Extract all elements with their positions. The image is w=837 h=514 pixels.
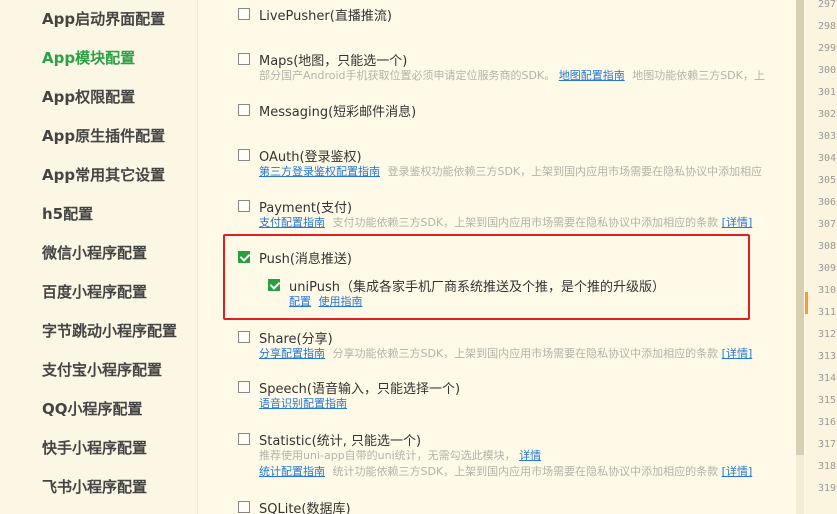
sidebar-item-alipay-mp[interactable]: 支付宝小程序配置 (42, 359, 162, 380)
sidebar-item-h5[interactable]: h5配置 (42, 203, 93, 224)
oauth-label[interactable]: OAuth(登录鉴权) (259, 146, 362, 165)
line-number: 305 (818, 175, 837, 186)
speech-guide-link[interactable]: 语音识别配置指南 (259, 397, 347, 410)
messaging-label[interactable]: Messaging(短彩邮件消息) (259, 101, 416, 120)
payment-label[interactable]: Payment(支付) (259, 197, 352, 216)
share-label[interactable]: Share(分享) (259, 328, 333, 347)
maps-label[interactable]: Maps(地图，只能选一个) (259, 50, 407, 69)
line-number: 298 (818, 21, 837, 32)
share-guide-link[interactable]: 分享配置指南 (259, 347, 325, 360)
line-number: 315 (818, 395, 837, 406)
sidebar-item-app-launch[interactable]: App启动界面配置 (42, 8, 165, 29)
module-payment: Payment(支付) 支付配置指南 支付功能依赖三方SDK，上架到国内应用市场… (238, 197, 756, 231)
line-number: 307 (818, 219, 837, 230)
line-number: 313 (818, 351, 837, 362)
sidebar-item-kuaishou-mp[interactable]: 快手小程序配置 (42, 437, 147, 458)
maps-guide-link[interactable]: 地图配置指南 (559, 69, 625, 82)
line-number: 319 (818, 483, 837, 494)
line-number: 308 (818, 241, 837, 252)
line-number: 318 (818, 461, 837, 472)
vertical-scrollbar[interactable] (796, 0, 804, 514)
module-share: Share(分享) 分享配置指南 分享功能依赖三方SDK，上架到国内应用市场需要… (238, 328, 756, 362)
speech-label[interactable]: Speech(语音输入，只能选择一个) (259, 378, 460, 397)
line-number: 312 (818, 329, 837, 340)
line-number: 300 (818, 65, 837, 76)
module-speech: Speech(语音输入，只能选择一个) 语音识别配置指南 (238, 378, 460, 412)
sidebar-item-feishu-mp[interactable]: 飞书小程序配置 (42, 476, 147, 497)
speech-description: 语音识别配置指南 (259, 396, 460, 412)
sidebar-item-weixin-mp[interactable]: 微信小程序配置 (42, 242, 147, 263)
line-number: 310 (818, 285, 837, 296)
share-detail-link[interactable]: [详情] (722, 347, 753, 360)
line-number: 303 (818, 131, 837, 142)
module-maps: Maps(地图，只能选一个) 部分国产Android手机获取位置必须申请定位服务… (238, 50, 765, 84)
line-number: 309 (818, 263, 837, 274)
current-line-marker (805, 292, 808, 314)
share-description: 分享配置指南 分享功能依赖三方SDK，上架到国内应用市场需要在隐私协议中添加相应… (259, 347, 753, 360)
oauth-guide-link[interactable]: 第三方登录鉴权配置指南 (259, 165, 380, 178)
statistic-uni-detail-link[interactable]: 详情 (519, 449, 541, 462)
module-push: Push(消息推送) (238, 248, 352, 267)
statistic-description: 统计配置指南 统计功能依赖三方SDK，上架到国内应用市场需要在隐私协议中添加相应… (259, 465, 753, 478)
sidebar-item-app-other-settings[interactable]: App常用其它设置 (42, 164, 165, 185)
module-livepusher: LivePusher(直播推流) (238, 5, 392, 24)
livepusher-checkbox[interactable] (238, 8, 250, 20)
line-number: 316 (818, 417, 837, 428)
sidebar-item-app-native-plugins[interactable]: App原生插件配置 (42, 125, 165, 146)
speech-checkbox[interactable] (238, 381, 250, 393)
line-number: 314 (818, 373, 837, 384)
line-number: 317 (818, 439, 837, 450)
line-number: 302 (818, 109, 837, 120)
module-statistic: Statistic(统计, 只能选一个) 推荐使用uni-app自带的uni统计… (238, 430, 756, 480)
unipush-config-link[interactable]: 配置 (289, 295, 311, 308)
push-checkbox[interactable] (238, 251, 250, 263)
scrollbar-thumb[interactable] (796, 0, 804, 455)
oauth-checkbox[interactable] (238, 149, 250, 161)
sidebar-item-qq-mp[interactable]: QQ小程序配置 (42, 398, 143, 419)
statistic-recommend: 推荐使用uni-app自带的uni统计，无需勾选此模块， 详情 (259, 449, 542, 462)
sidebar-item-baidu-mp[interactable]: 百度小程序配置 (42, 281, 147, 302)
payment-detail-link[interactable]: [详情] (722, 216, 753, 229)
unipush-links: 配置 使用指南 (289, 294, 665, 310)
unipush-label[interactable]: uniPush（集成各家手机厂商系统推送及个推，是个推的升级版） (289, 276, 665, 295)
oauth-description: 第三方登录鉴权配置指南 登录鉴权功能依赖三方SDK，上架到国内应用市场需要在隐私… (259, 165, 763, 178)
module-messaging: Messaging(短彩邮件消息) (238, 101, 416, 120)
statistic-label[interactable]: Statistic(统计, 只能选一个) (259, 430, 421, 449)
line-number: 311 (818, 307, 837, 318)
sqlite-label[interactable]: SQLite(数据库) (259, 498, 351, 514)
line-number: 299 (818, 43, 837, 54)
config-sidebar: App启动界面配置 App模块配置 App权限配置 App原生插件配置 App常… (0, 0, 198, 514)
maps-checkbox[interactable] (238, 53, 250, 65)
line-number: 306 (818, 197, 837, 208)
line-number: 304 (818, 153, 837, 164)
sidebar-item-app-modules[interactable]: App模块配置 (42, 47, 135, 68)
sqlite-checkbox[interactable] (238, 501, 250, 513)
module-sqlite: SQLite(数据库) (238, 498, 351, 514)
push-label[interactable]: Push(消息推送) (259, 248, 352, 267)
statistic-detail-link[interactable]: [详情] (722, 465, 753, 478)
module-oauth: OAuth(登录鉴权) 第三方登录鉴权配置指南 登录鉴权功能依赖三方SDK，上架… (238, 146, 762, 180)
sidebar-item-toutiao-mp[interactable]: 字节跳动小程序配置 (42, 320, 177, 341)
line-number: 297 (818, 0, 837, 10)
payment-guide-link[interactable]: 支付配置指南 (259, 216, 325, 229)
sidebar-item-app-permissions[interactable]: App权限配置 (42, 86, 135, 107)
unipush-checkbox[interactable] (268, 279, 280, 291)
module-list: LivePusher(直播推流) Maps(地图，只能选一个) 部分国产Andr… (198, 0, 796, 514)
payment-checkbox[interactable] (238, 200, 250, 212)
messaging-checkbox[interactable] (238, 104, 250, 116)
payment-description: 支付配置指南 支付功能依赖三方SDK，上架到国内应用市场需要在隐私协议中添加相应… (259, 216, 753, 229)
line-number: 301 (818, 87, 837, 98)
maps-description: 部分国产Android手机获取位置必须申请定位服务商的SDK。 地图配置指南 地… (259, 69, 765, 82)
line-number-gutter: 297 298 299 300 301 302 303 304 305 306 … (805, 0, 837, 514)
share-checkbox[interactable] (238, 331, 250, 343)
livepusher-label[interactable]: LivePusher(直播推流) (259, 5, 392, 24)
statistic-guide-link[interactable]: 统计配置指南 (259, 465, 325, 478)
statistic-checkbox[interactable] (238, 433, 250, 445)
unipush-guide-link[interactable]: 使用指南 (319, 295, 363, 308)
submodule-unipush: uniPush（集成各家手机厂商系统推送及个推，是个推的升级版） 配置 使用指南 (268, 276, 665, 310)
